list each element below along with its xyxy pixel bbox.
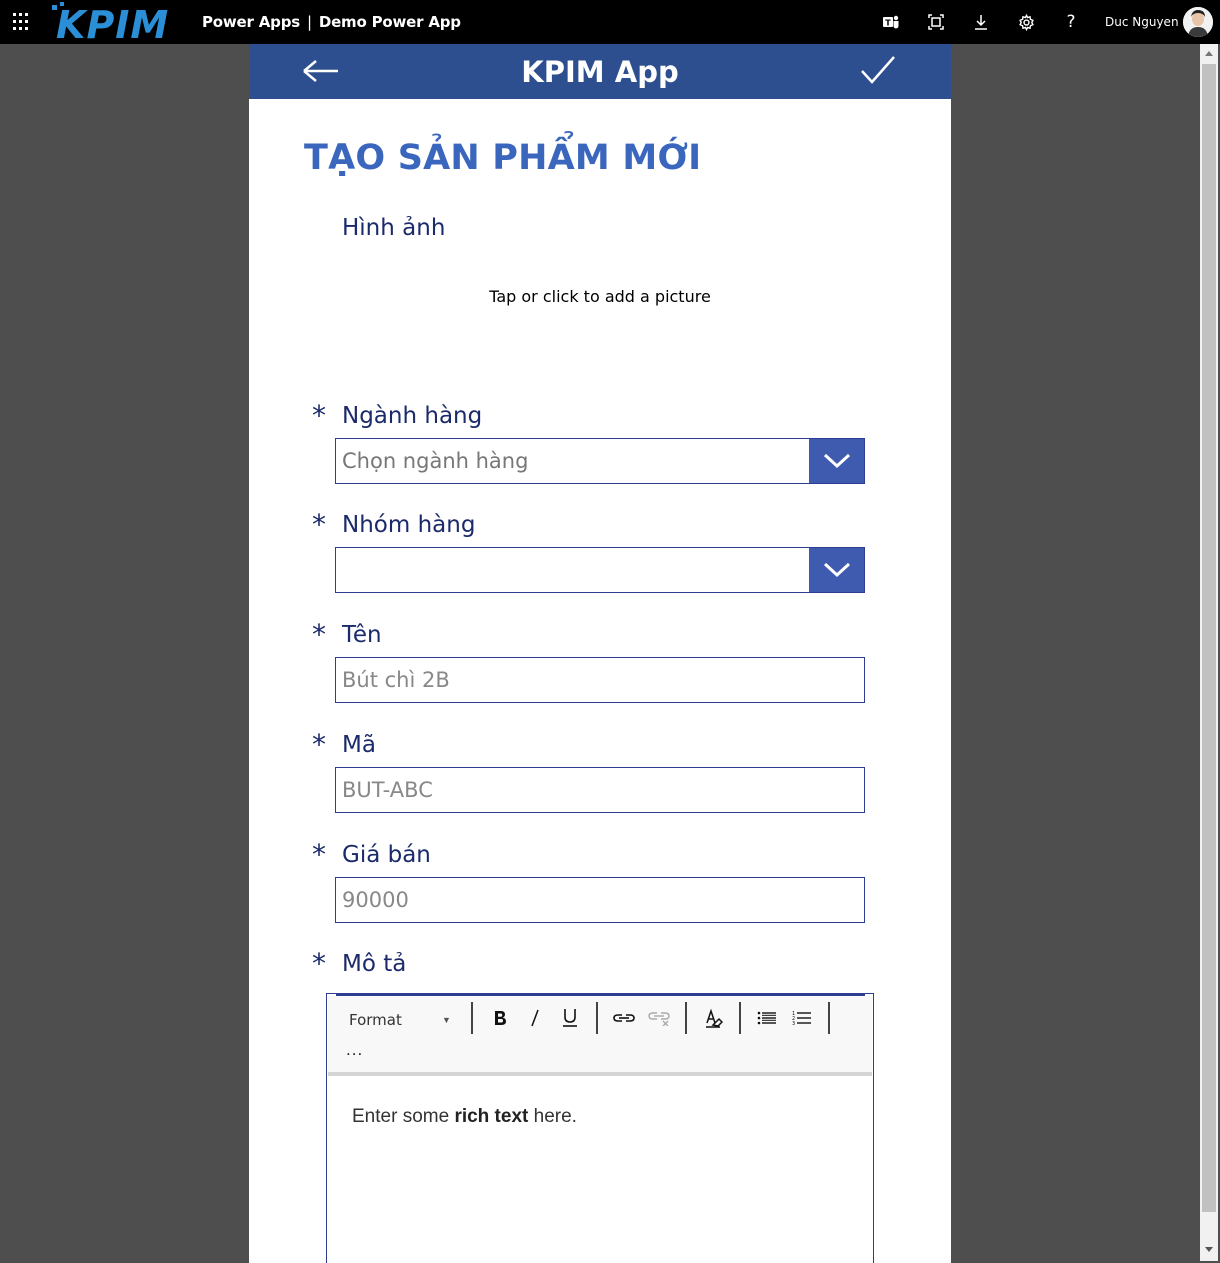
numbered-list-icon[interactable]: 123 <box>788 1004 816 1032</box>
kpim-logo: KPIM <box>52 2 169 42</box>
required-marker: * <box>312 947 326 980</box>
app-canvas: KPIM App TẠO SẢN PHẨM MỚI Hình ảnh Tap o… <box>249 44 951 1263</box>
price-input[interactable]: 90000 <box>335 877 865 923</box>
name-input[interactable]: Bút chì 2B <box>335 657 865 703</box>
teams-icon[interactable]: T <box>880 11 902 33</box>
app-name: Demo Power App <box>318 13 461 31</box>
bulleted-list-icon[interactable] <box>753 1004 781 1032</box>
help-icon[interactable]: ? <box>1060 11 1082 33</box>
scrollbar-thumb[interactable] <box>1202 64 1216 1212</box>
breadcrumb-separator: | <box>306 13 312 31</box>
price-label: Giá bán <box>342 842 431 868</box>
page-title: TẠO SẢN PHẨM MỚI <box>304 138 702 178</box>
rich-text-body-end: here. <box>528 1106 577 1127</box>
format-dropdown[interactable]: Format <box>349 1011 402 1029</box>
required-marker: * <box>312 618 326 651</box>
required-marker: * <box>312 399 326 432</box>
rich-text-body-bold: rich text <box>454 1106 529 1127</box>
app-title: KPIM App <box>521 55 679 89</box>
required-marker: * <box>312 508 326 541</box>
name-label: Tên <box>342 622 382 648</box>
caret-down-icon[interactable]: ▼ <box>442 1015 451 1025</box>
bold-icon[interactable] <box>486 1004 514 1032</box>
rich-text-body-start: Enter some <box>352 1106 455 1127</box>
svg-text:T: T <box>885 19 891 28</box>
unlink-icon[interactable] <box>645 1004 673 1032</box>
underline-icon[interactable] <box>556 1004 584 1032</box>
name-input-placeholder: Bút chì 2B <box>342 668 450 692</box>
app-breadcrumb: Power Apps | Demo Power App <box>202 13 461 31</box>
category-dropdown-value: Chọn ngành hàng <box>342 449 529 473</box>
app-launcher-icon[interactable] <box>13 13 31 31</box>
svg-text:3: 3 <box>792 1021 795 1026</box>
settings-icon[interactable] <box>1015 11 1037 33</box>
toolbar-divider <box>828 1002 830 1034</box>
category-label: Ngành hàng <box>342 403 483 429</box>
avatar[interactable] <box>1183 7 1213 37</box>
submit-check-icon[interactable] <box>860 54 896 88</box>
fit-screen-icon[interactable] <box>925 11 947 33</box>
toolbar-divider <box>596 1002 598 1034</box>
top-bar: KPIM Power Apps | Demo Power App T ? Duc N… <box>0 0 1220 44</box>
clear-formatting-icon[interactable] <box>699 1004 727 1032</box>
image-label: Hình ảnh <box>342 215 446 241</box>
app-header: KPIM App <box>249 44 951 99</box>
description-label: Mô tả <box>342 951 407 977</box>
scroll-down-arrow-icon[interactable] <box>1200 1241 1218 1259</box>
chevron-down-icon[interactable] <box>809 548 864 592</box>
italic-icon[interactable] <box>521 1004 549 1032</box>
link-icon[interactable] <box>610 1004 638 1032</box>
toolbar-divider <box>471 1002 473 1034</box>
add-picture-area[interactable]: Tap or click to add a picture <box>249 287 951 306</box>
download-icon[interactable] <box>970 11 992 33</box>
code-input-placeholder: BUT-ABC <box>342 778 433 802</box>
group-label: Nhóm hàng <box>342 512 476 538</box>
required-marker: * <box>312 728 326 761</box>
code-label: Mã <box>342 732 376 758</box>
code-input[interactable]: BUT-ABC <box>335 767 865 813</box>
svg-text:KPIM: KPIM <box>56 3 169 42</box>
category-dropdown[interactable]: Chọn ngành hàng <box>335 438 865 484</box>
price-input-placeholder: 90000 <box>342 888 409 912</box>
more-options-icon[interactable]: ... <box>346 1040 363 1060</box>
toolbar-divider <box>739 1002 741 1034</box>
rich-text-toolbar: Format ▼ 1 2 3 ... <box>328 996 872 1076</box>
rich-text-content[interactable]: Enter some rich text here. <box>352 1106 577 1128</box>
chevron-down-icon[interactable] <box>809 439 864 483</box>
rich-text-editor[interactable]: Format ▼ 1 2 3 ... Enter some rich text … <box>326 993 874 1263</box>
user-name[interactable]: Duc Nguyen <box>1105 15 1179 29</box>
required-marker: * <box>312 838 326 871</box>
group-dropdown[interactable] <box>335 547 865 593</box>
scroll-up-arrow-icon[interactable] <box>1200 44 1218 62</box>
toolbar-divider <box>685 1002 687 1034</box>
product-name: Power Apps <box>202 13 300 31</box>
